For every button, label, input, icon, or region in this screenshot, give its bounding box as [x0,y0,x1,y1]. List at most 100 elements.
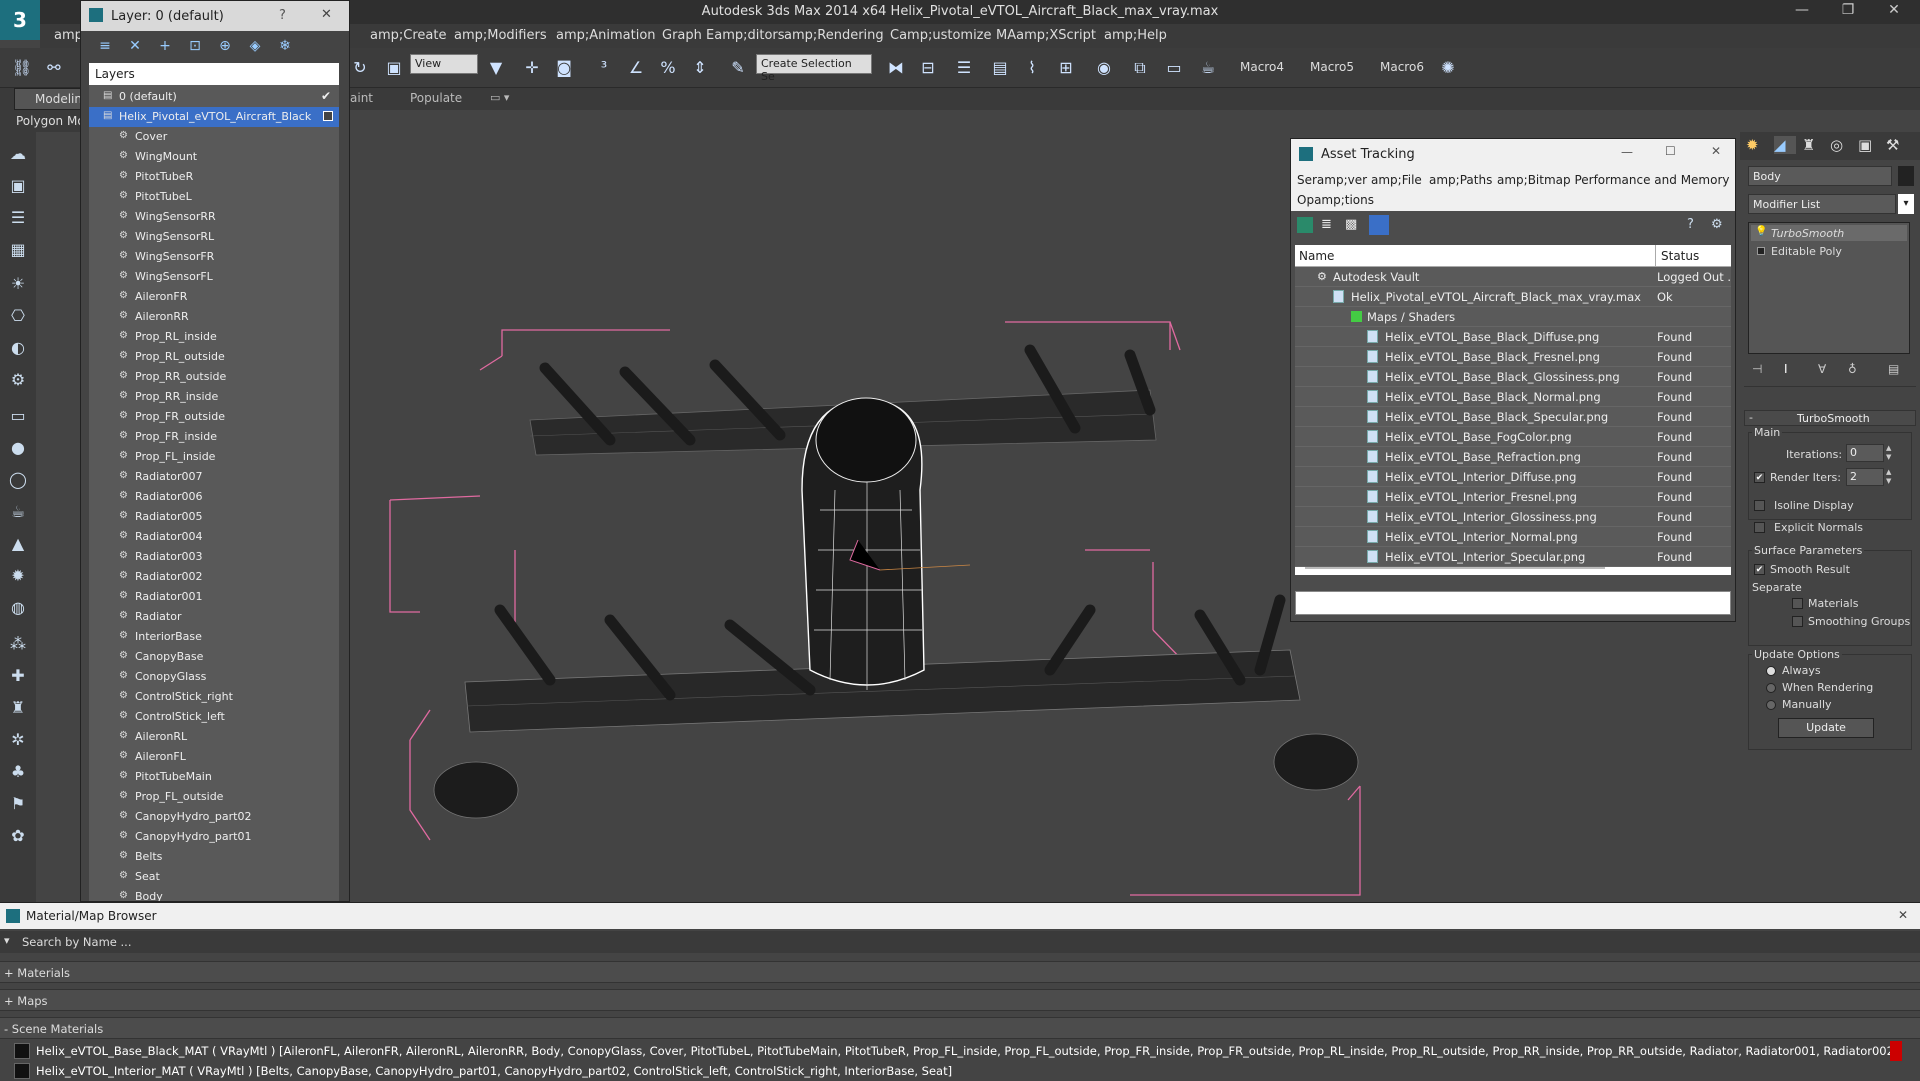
close-icon[interactable]: ✕ [1711,144,1721,158]
render-icon[interactable]: ▣ [6,174,30,198]
link-icon[interactable]: ⛓ [10,56,34,80]
layer-object-row[interactable]: ⚙ Prop_FL_outside [89,787,339,807]
menu-options[interactable]: Opamp;tions [1297,193,1374,207]
layer-object-row[interactable]: ⚙ InteriorBase [89,627,339,647]
delete-layer-icon[interactable]: ✕ [125,36,145,56]
new-layer-icon[interactable]: ≡ [95,36,115,56]
modifier-list-dropdown[interactable]: Modifier List [1748,194,1896,214]
pin-stack-icon[interactable]: ⊣ [1752,362,1762,376]
percent-snap-icon[interactable]: % [656,56,680,80]
sphere-icon[interactable]: ● [6,436,30,460]
plane-icon[interactable]: ▭ [6,404,30,428]
menu-maxscript[interactable]: MAamp;XScript [996,28,1096,43]
maximize-icon[interactable]: ☐ [1665,144,1676,158]
minimize-icon[interactable]: — [1621,145,1633,159]
tab-paint[interactable]: aint [350,91,373,105]
layer-object-row[interactable]: ⚙ Prop_RL_outside [89,347,339,367]
scene-material-interior[interactable]: Helix_eVTOL_Interior_MAT ( VRayMtl ) [Be… [12,1061,1902,1081]
camera-icon[interactable]: ⎔ [6,304,30,328]
maps-group-header[interactable]: + Maps [0,989,1920,1011]
ribbon-toggle-icon[interactable]: ▤ [988,56,1012,80]
separate-smoothing-groups-checkbox[interactable] [1792,616,1803,627]
asset-row-map[interactable]: Helix_eVTOL_Base_Black_Normal.png Found [1295,387,1731,407]
macro4-button[interactable]: Macro4 [1240,60,1284,74]
asset-row-map[interactable]: Helix_eVTOL_Interior_Diffuse.png Found [1295,467,1731,487]
asset-row-map[interactable]: Helix_eVTOL_Interior_Glossiness.png Found [1295,507,1731,527]
refresh-icon[interactable] [1297,217,1313,233]
layer-object-row[interactable]: ⚙ AileronFR [89,287,339,307]
mirror-icon[interactable]: ⧓ [884,56,908,80]
material-editor-icon[interactable]: ◉ [1092,56,1116,80]
help-icon[interactable]: ? [279,8,286,23]
menu-modifiers[interactable]: amp;Modifiers [454,28,547,43]
freeze-all-icon[interactable]: ❄ [275,36,295,56]
bones-icon[interactable]: ✚ [6,664,30,688]
render-iters-spinner[interactable]: 2 [1846,468,1884,486]
named-selection-set-select[interactable]: Create Selection Se [756,54,872,83]
lightbulb-icon[interactable]: 💡 [1755,226,1767,237]
layer-object-row[interactable]: ⚙ WingMount [89,147,339,167]
layer-object-row[interactable]: ⚙ CanopyHydro_part02 [89,807,339,827]
torus-icon[interactable]: ◯ [6,468,30,492]
asset-row-map[interactable]: Helix_eVTOL_Base_Black_Fresnel.png Found [1295,347,1731,367]
turbosmooth-rollout-header[interactable]: - TurboSmooth [1744,410,1916,426]
motion-tab-icon[interactable]: ◎ [1830,136,1843,154]
asset-row-map[interactable]: Helix_eVTOL_Base_Black_Diffuse.png Found [1295,327,1731,347]
layer-object-row[interactable]: ⚙ Radiator [89,607,339,627]
plant-icon[interactable]: ♣ [6,760,30,784]
layer-object-row[interactable]: ⚙ ControlStick_left [89,707,339,727]
display-tab-icon[interactable]: ▣ [1858,136,1872,154]
hair-icon[interactable]: ⚑ [6,792,30,816]
search-input[interactable]: Search by Name ... [22,935,131,949]
update-manually-radio[interactable] [1766,700,1776,710]
cone-icon[interactable]: ▲ [6,532,30,556]
scene-explorer-icon[interactable]: ☰ [6,206,30,230]
list-view-icon[interactable]: ≣ [1321,217,1337,233]
update-when-rendering-radio[interactable] [1766,683,1776,693]
wheel-icon[interactable]: ✲ [6,728,30,752]
layer-object-row[interactable]: ⚙ Radiator001 [89,587,339,607]
layer-object-row[interactable]: ⚙ Body [89,887,339,901]
asset-row-map[interactable]: Helix_eVTOL_Interior_Normal.png Found [1295,527,1731,547]
thumbnail-icon[interactable]: ▩ [1345,217,1361,233]
add-to-layer-icon[interactable]: + [155,36,175,56]
render-production-icon[interactable]: ☕ [1196,56,1220,80]
separate-materials-checkbox[interactable] [1792,598,1803,609]
align-icon[interactable]: ⊟ [916,56,940,80]
layer-object-row[interactable]: ⚙ Radiator007 [89,467,339,487]
layer-object-row[interactable]: ⚙ Radiator003 [89,547,339,567]
sun-icon[interactable]: ✹ [6,564,30,588]
update-button[interactable]: Update [1778,718,1874,738]
asset-row-vault[interactable]: ⚙ Autodesk Vault Logged Out ... [1295,267,1731,287]
layer-row-default[interactable]: ▤ 0 (default) ✔ [89,87,339,107]
light-icon[interactable]: ☀ [6,272,30,296]
layer-object-row[interactable]: ⚙ Belts [89,847,339,867]
object-color-swatch[interactable] [1898,166,1914,186]
layer-object-row[interactable]: ⚙ Radiator006 [89,487,339,507]
layer-object-row[interactable]: ⚙ WingSensorFL [89,267,339,287]
layer-object-row[interactable]: ⚙ Radiator004 [89,527,339,547]
layer-object-row[interactable]: ⚙ PitotTubeMain [89,767,339,787]
layer-object-row[interactable]: ⚙ Radiator002 [89,567,339,587]
scene-material-base-black[interactable]: Helix_eVTOL_Base_Black_MAT ( VRayMtl ) [… [12,1041,1902,1061]
update-always-radio[interactable] [1766,666,1776,676]
asset-row-file[interactable]: Helix_Pivotal_eVTOL_Aircraft_Black_max_v… [1295,287,1731,307]
close-material-browser-icon[interactable]: ✕ [1898,908,1908,922]
macro6-button[interactable]: Macro6 [1380,60,1424,74]
asset-path-field[interactable] [1295,591,1731,615]
rotate-icon[interactable]: ↻ [348,56,372,80]
search-options-icon[interactable]: ▾ [4,934,10,947]
schematic-view-icon[interactable]: ⊞ [1054,56,1078,80]
minimize-button[interactable]: — [1784,2,1820,22]
asset-row-map[interactable]: Helix_eVTOL_Base_Refraction.png Found [1295,447,1731,467]
layer-object-row[interactable]: ⚙ ControlStick_right [89,687,339,707]
layer-object-row[interactable]: ⚙ AileronRR [89,307,339,327]
create-tab-icon[interactable]: ✹ [1746,136,1759,154]
layer-object-row[interactable]: ⚙ WingSensorRR [89,207,339,227]
asset-row-maps-group[interactable]: Maps / Shaders [1295,307,1731,327]
teapot-shape-icon[interactable]: ☕ [6,500,30,524]
tab-polygon-modeling[interactable]: Polygon Mo [16,114,85,128]
layer-object-row[interactable]: ⚙ Radiator005 [89,507,339,527]
layer-object-row[interactable]: ⚙ WingSensorFR [89,247,339,267]
asset-row-map[interactable]: Helix_eVTOL_Base_Black_Specular.png Found [1295,407,1731,427]
